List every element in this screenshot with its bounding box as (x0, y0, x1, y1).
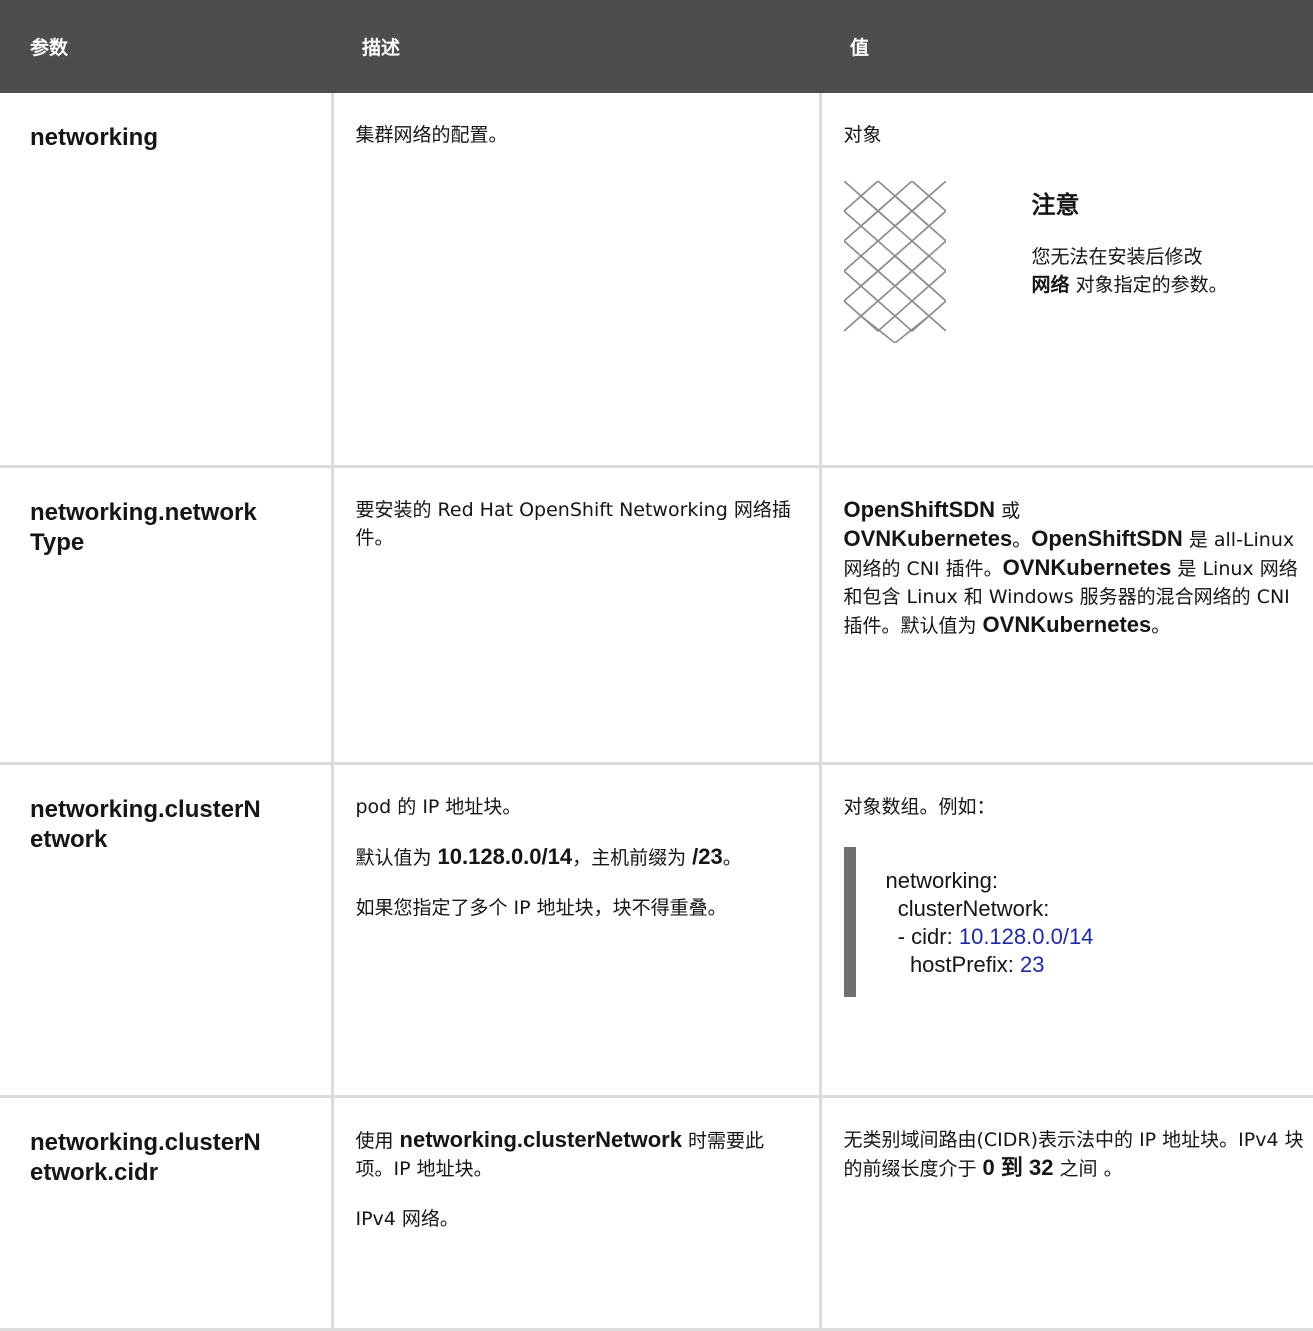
code-value: 10.128.0.0/14 (958, 924, 1094, 949)
table-row: networking 集群网络的配置。 对象 注意 您无法在安装后修改 网络 对… (0, 93, 1313, 468)
param-name-line2: etwork.cidr (30, 1159, 159, 1186)
note-text-part: 对象指定的参数。 (1075, 274, 1228, 296)
note-title: 注意 (1031, 191, 1080, 219)
code-value: 23 (1020, 952, 1045, 977)
value-text: 对象数组。例如： (843, 796, 996, 818)
code-line: clusterNetwork: (885, 896, 1050, 921)
desc-bold: networking.clusterNetwork (399, 1127, 682, 1152)
note-body: 注意 您无法在安装后修改 网络 对象指定的参数。 (1032, 181, 1292, 343)
description-cell: 集群网络的配置。 (332, 93, 822, 468)
desc-text: 默认值为 (355, 847, 438, 869)
desc-text: 使用 (355, 1130, 400, 1152)
note-pattern-icon (843, 181, 946, 343)
description-text: 集群网络的配置。 (355, 124, 508, 146)
table-header-row: 参数 描述 值 (0, 0, 1313, 93)
description-text: 要安装的 Red Hat OpenShift Networking 网络插件。 (355, 499, 791, 549)
param-name: networking (30, 124, 159, 151)
code-line: hostPrefix: (885, 952, 1020, 977)
note-admonition: 注意 您无法在安装后修改 网络 对象指定的参数。 (843, 181, 1308, 343)
value-bold: OVNKubernetes (1002, 555, 1172, 580)
table-row: networking.clusterN etwork pod 的 IP 地址块。… (0, 763, 1313, 1098)
value-text: 对象 (843, 124, 882, 146)
value-bold: OVNKubernetes (843, 526, 1013, 551)
param-cell: networking.network Type (0, 466, 334, 765)
desc-text: 。 (722, 847, 742, 869)
description-cell: 要安装的 Red Hat OpenShift Networking 网络插件。 (332, 466, 822, 765)
code-block: networking: clusterNetwork: - cidr: 10.1… (843, 847, 1308, 997)
description-cell: pod 的 IP 地址块。 默认值为 10.128.0.0/14，主机前缀为 /… (332, 763, 822, 1098)
value-bold: OpenShiftSDN (1031, 526, 1183, 551)
code-line: - cidr: (885, 924, 959, 949)
header-param: 参数 (0, 0, 332, 93)
description-paragraph: 使用 networking.clusterNetwork 时需要此项。IP 地址… (356, 1126, 799, 1183)
description-paragraph: pod 的 IP 地址块。 (355, 796, 522, 818)
value-cell: 无类别域间路由(CIDR)表示法中的 IP 地址块。IPv4 块的前缀长度介于 … (820, 1096, 1313, 1331)
value-bold: 0 到 32 (982, 1155, 1054, 1180)
value-cell: 对象数组。例如： networking: clusterNetwork: - c… (820, 763, 1313, 1098)
description-cell: 使用 networking.clusterNetwork 时需要此项。IP 地址… (332, 1096, 822, 1331)
param-cell: networking.clusterN etwork.cidr (0, 1096, 334, 1331)
header-description: 描述 (332, 0, 820, 93)
param-name-line2: Type (30, 529, 85, 556)
param-name-line1: networking.clusterN (30, 1129, 261, 1156)
desc-bold: /23 (692, 844, 723, 869)
description-paragraph: IPv4 网络。 (355, 1208, 459, 1230)
table-row: networking.network Type 要安装的 Red Hat Ope… (0, 466, 1313, 765)
param-name-line1: networking.network (30, 499, 257, 526)
value-text: 或 (995, 500, 1021, 522)
header-value: 值 (820, 0, 1313, 93)
param-name-line1: networking.clusterN (30, 796, 261, 823)
value-text: 。 (1012, 529, 1032, 551)
value-cell: 对象 注意 您无法在安装后修改 网络 对象指定的参数。 (820, 93, 1313, 468)
value-text: 。 (1151, 615, 1171, 637)
description-paragraph: 如果您指定了多个 IP 地址块，块不得重叠。 (355, 897, 727, 919)
note-text-part: 您无法在安装后修改 (1031, 246, 1203, 268)
param-cell: networking.clusterN etwork (0, 763, 334, 1098)
table-row: networking.clusterN etwork.cidr 使用 netwo… (0, 1096, 1313, 1331)
note-text-bold: 网络 (1031, 274, 1070, 296)
value-text: 之间 。 (1053, 1158, 1123, 1180)
param-name-line2: etwork (30, 826, 108, 853)
value-cell: OpenShiftSDN 或 OVNKubernetes。OpenShiftSD… (820, 466, 1313, 765)
description-paragraph: 默认值为 10.128.0.0/14，主机前缀为 /23。 (356, 843, 799, 872)
code-line: networking: (885, 868, 999, 893)
parameters-table: 参数 描述 值 networking 集群网络的配置。 对象 注意 您无法在安装… (0, 0, 1313, 1331)
note-text: 您无法在安装后修改 网络 对象指定的参数。 (1032, 243, 1292, 299)
desc-text: ，主机前缀为 (572, 847, 693, 869)
value-bold: OpenShiftSDN (843, 497, 996, 522)
desc-bold: 10.128.0.0/14 (437, 844, 573, 869)
param-cell: networking (0, 93, 334, 468)
value-bold: OVNKubernetes (982, 612, 1152, 637)
